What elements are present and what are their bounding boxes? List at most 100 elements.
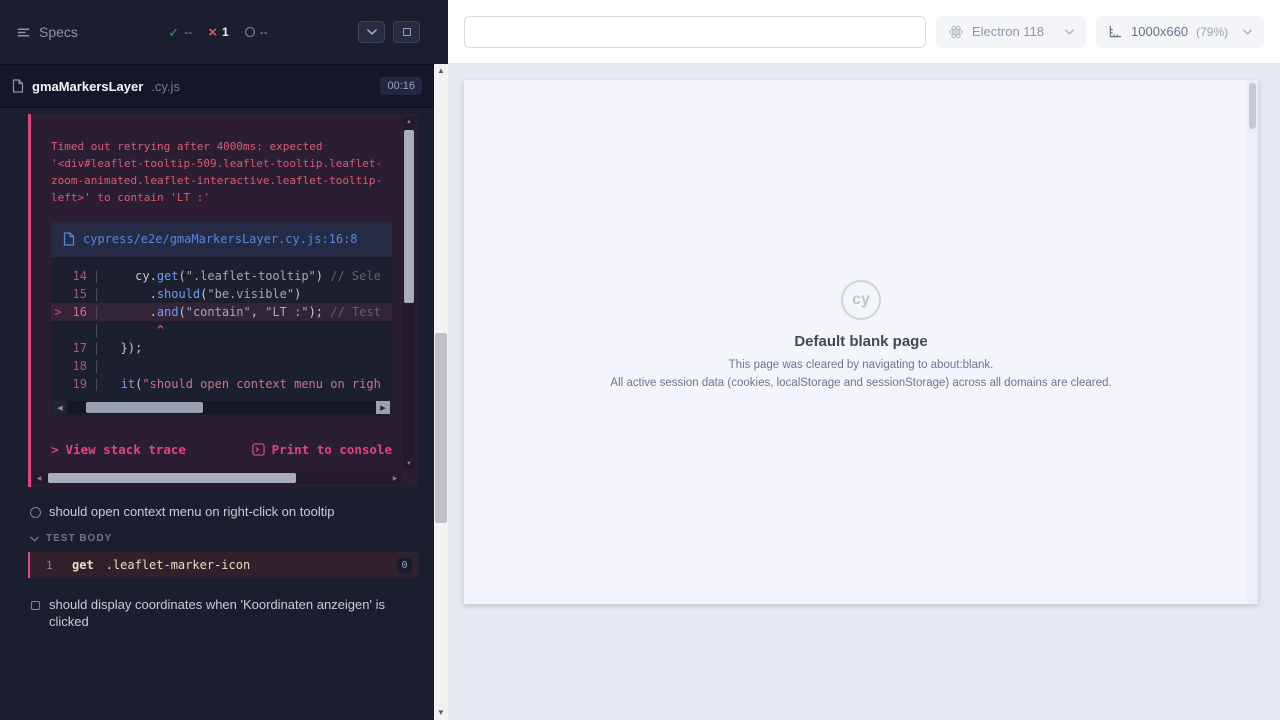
print-to-console-button[interactable]: Print to console: [252, 442, 392, 457]
viewport-selector[interactable]: 1000x660 (79%): [1096, 16, 1264, 48]
error-hscroll-thumb[interactable]: [48, 473, 296, 483]
cypress-logo: cy: [841, 280, 881, 320]
aut-scrollbar[interactable]: [1247, 80, 1258, 604]
blank-page-title: Default blank page: [464, 333, 1258, 350]
blank-page-line1: This page was cleared by navigating to a…: [464, 359, 1258, 372]
specs-menu-button[interactable]: Specs: [16, 24, 78, 40]
command-number: 1: [46, 559, 72, 572]
blank-page-message: cy Default blank page This page was clea…: [464, 80, 1258, 390]
test-body-label: TEST BODY: [46, 533, 112, 544]
stage-panel: Electron 118 1000x660 (79%) cy: [448, 0, 1280, 720]
viewport-icon: [1108, 24, 1123, 39]
print-to-console-label: Print to console: [272, 442, 392, 457]
passed-count: --: [184, 25, 192, 39]
pending-circle-icon: [245, 26, 255, 39]
stop-button[interactable]: [393, 21, 420, 43]
scroll-down-icon[interactable]: ▼: [406, 459, 412, 469]
error-vscroll-track[interactable]: [403, 127, 415, 459]
command-method: get: [72, 558, 94, 572]
document-icon: [12, 79, 24, 93]
error-hscroll-track[interactable]: [45, 472, 389, 484]
chevron-down-icon: [1243, 29, 1252, 35]
reporter-scroll-thumb[interactable]: [435, 333, 447, 523]
test-title: should open context menu on right-click …: [49, 503, 334, 520]
scroll-up-icon[interactable]: ▲: [434, 64, 448, 78]
code-frame-file-link[interactable]: cypress/e2e/gmaMarkersLayer.cy.js:16:8: [51, 222, 392, 257]
file-link-text: cypress/e2e/gmaMarkersLayer.cy.js:16:8: [83, 231, 358, 248]
chevron-right-icon: >: [51, 442, 59, 457]
scroll-left-icon[interactable]: ◀: [33, 475, 45, 482]
reporter-header: Specs ✓ -- × 1 --: [0, 0, 434, 64]
chevron-down-icon: [1065, 29, 1074, 35]
error-vscroll-thumb[interactable]: [404, 130, 414, 303]
viewport-size: 1000x660: [1131, 24, 1188, 39]
test-stats: ✓ -- × 1 --: [168, 25, 267, 40]
electron-icon: [948, 24, 964, 40]
aut-iframe: cy Default blank page This page was clea…: [464, 80, 1258, 604]
command-count-badge: 0: [397, 558, 412, 573]
browser-selector[interactable]: Electron 118: [936, 16, 1086, 48]
command-log-entry[interactable]: 1 get .leaflet-marker-icon 0: [28, 552, 418, 578]
cross-icon: ×: [208, 25, 217, 40]
scroll-up-icon[interactable]: ▲: [406, 117, 412, 127]
code-line: 14| cy.get(".leaflet-tooltip") // Sele: [51, 267, 392, 285]
specs-list-icon: [16, 25, 31, 40]
scroll-left-icon[interactable]: ◀: [53, 401, 67, 414]
cypress-runner: Specs ✓ -- × 1 --: [0, 0, 1280, 720]
error-vertical-scrollbar[interactable]: ▲ ▼: [403, 117, 415, 469]
chevron-down-icon: [367, 29, 377, 35]
test-item-pending[interactable]: should display coordinates when 'Koordin…: [28, 596, 418, 630]
reporter-content: Timed out retrying after 4000ms: expecte…: [0, 108, 434, 630]
reporter-inner: Specs ✓ -- × 1 --: [0, 0, 434, 720]
error-actions: > View stack trace Print to console: [51, 442, 392, 457]
blank-page-line2: All active session data (cookies, localS…: [464, 377, 1258, 390]
console-icon: [252, 443, 265, 456]
collapse-tests-button[interactable]: [358, 21, 385, 43]
code-frame: cypress/e2e/gmaMarkersLayer.cy.js:16:8 1…: [51, 222, 392, 416]
error-message: Timed out retrying after 4000ms: expecte…: [51, 138, 392, 206]
scroll-down-icon[interactable]: ▼: [434, 706, 448, 720]
running-test-icon: [30, 506, 41, 521]
test-item-running[interactable]: should open context menu on right-click …: [28, 503, 418, 521]
code-line: 18|: [51, 357, 392, 375]
failed-count: 1: [222, 25, 229, 39]
view-stack-trace-label: View stack trace: [66, 442, 186, 457]
url-input[interactable]: [464, 16, 926, 48]
reporter-scrollbar[interactable]: ▲ ▼: [434, 64, 448, 720]
chevron-down-icon: [30, 536, 39, 542]
test-title: should display coordinates when 'Koordin…: [49, 596, 409, 630]
viewport-scale: (79%): [1196, 25, 1235, 39]
pending-count: --: [260, 25, 268, 39]
code-line: | ^: [51, 321, 392, 339]
spec-extension: .cy.js: [151, 79, 180, 94]
stage-main: cy Default blank page This page was clea…: [448, 64, 1280, 720]
specs-label: Specs: [39, 24, 78, 40]
code-scroll-track[interactable]: [67, 401, 376, 414]
code-line: >16| .and("contain", "LT :"); // Test: [51, 303, 392, 321]
test-body-toggle[interactable]: TEST BODY: [28, 533, 418, 544]
spec-header[interactable]: gmaMarkersLayer .cy.js 00:16: [0, 64, 434, 108]
code-lines: 14| cy.get(".leaflet-tooltip") // Sele 1…: [51, 257, 392, 397]
aut-scroll-thumb[interactable]: [1249, 83, 1256, 129]
code-horizontal-scrollbar[interactable]: ◀ ▶: [53, 401, 390, 414]
reporter-panel: Specs ✓ -- × 1 --: [0, 0, 448, 720]
scroll-right-icon[interactable]: ▶: [389, 475, 401, 482]
stat-passed: ✓ --: [168, 25, 192, 39]
code-line: 17| });: [51, 339, 392, 357]
view-stack-trace-link[interactable]: > View stack trace: [51, 442, 186, 457]
stage-header: Electron 118 1000x660 (79%): [448, 0, 1280, 64]
error-horizontal-scrollbar[interactable]: ◀ ▶: [33, 472, 401, 484]
browser-label: Electron 118: [972, 24, 1057, 39]
spec-name: gmaMarkersLayer: [32, 79, 143, 94]
stop-icon: [403, 28, 411, 36]
file-icon: [63, 232, 75, 246]
code-line: 19| it("should open context menu on righ: [51, 375, 392, 393]
pending-test-icon: [30, 599, 41, 614]
stat-failed: × 1: [208, 25, 228, 40]
spec-duration-badge: 00:16: [380, 77, 422, 95]
scroll-right-icon[interactable]: ▶: [376, 401, 390, 414]
check-icon: ✓: [168, 26, 179, 39]
reporter-header-buttons: [358, 21, 420, 43]
test-error-block: Timed out retrying after 4000ms: expecte…: [28, 114, 418, 487]
code-scroll-thumb[interactable]: [86, 402, 203, 413]
